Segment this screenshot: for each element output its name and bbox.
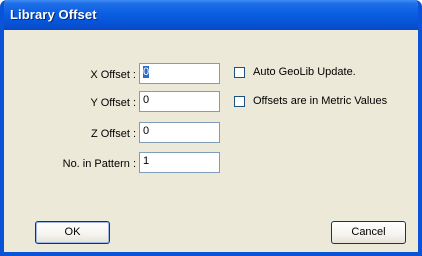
metric-values-checkbox[interactable] [234, 96, 245, 107]
pattern-count-input[interactable]: 1 [139, 152, 220, 173]
pattern-count-value: 1 [143, 155, 150, 167]
x-offset-input[interactable]: 0 [139, 63, 220, 84]
z-offset-input[interactable]: 0 [139, 122, 220, 143]
dialog-title: Library Offset [10, 7, 97, 22]
metric-values-label[interactable]: Offsets are in Metric Values [253, 95, 387, 107]
ok-button[interactable]: OK [35, 221, 110, 244]
auto-geolib-label[interactable]: Auto GeoLib Update. [253, 66, 356, 78]
dialog-body: X Offset : 0 Y Offset : 0 Z Offset : 0 N… [4, 30, 418, 252]
x-offset-label: X Offset : [90, 69, 136, 81]
title-bar[interactable]: Library Offset [4, 0, 418, 30]
x-offset-value: 0 [143, 66, 150, 78]
cancel-button[interactable]: Cancel [331, 221, 406, 244]
y-offset-label: Y Offset : [90, 97, 136, 109]
auto-geolib-checkbox[interactable] [234, 67, 245, 78]
z-offset-value: 0 [143, 125, 150, 137]
library-offset-dialog: Library Offset X Offset : 0 Y Offset : 0… [0, 0, 422, 256]
z-offset-label: Z Offset : [90, 128, 136, 140]
pattern-count-label: No. in Pattern : [62, 158, 136, 170]
y-offset-input[interactable]: 0 [139, 91, 220, 112]
y-offset-value: 0 [143, 94, 150, 106]
